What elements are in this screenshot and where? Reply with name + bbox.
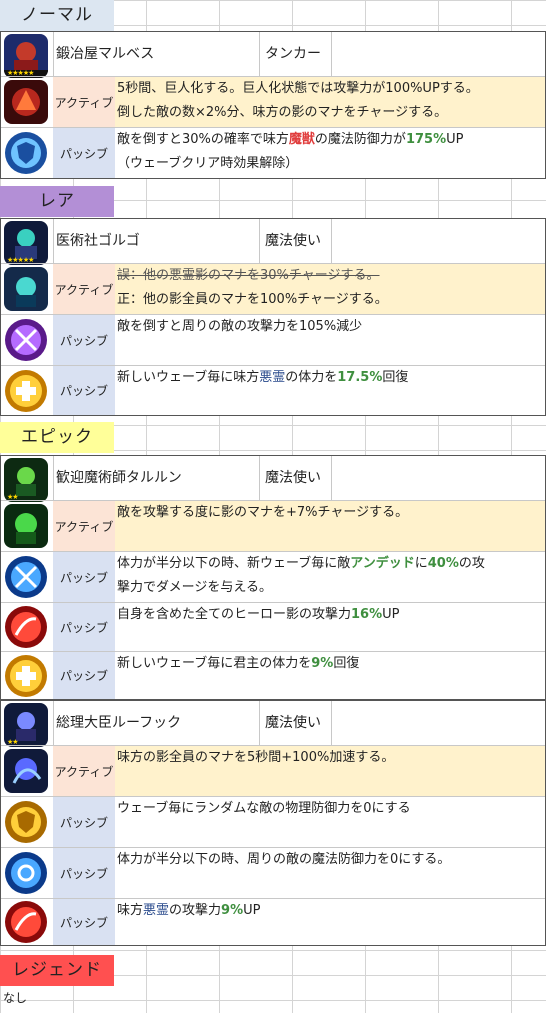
skill-type-passive: パッシブ	[53, 848, 115, 898]
skill-row-passive: パッシブ ウェーブ毎にランダムな敵の物理防御力を0にする	[1, 797, 545, 847]
hero-portrait-icon: ★★	[4, 458, 48, 502]
skill-row-active: アクティブ 誤：他の悪霊影のマナを30%チャージする。 正：他の影全員のマナを1…	[1, 264, 545, 314]
skill-type-passive: パッシブ	[53, 128, 115, 178]
skill-row-active: アクティブ 5秒間、巨人化する。巨人化状態では攻撃力が100%UPする。 倒した…	[1, 77, 545, 127]
section-header-legend: レジェンド	[0, 955, 114, 986]
skill-active-icon	[4, 80, 48, 124]
shield-icon	[4, 800, 48, 844]
hero-role: 魔法使い	[265, 470, 321, 486]
skill-desc-passive: 敵を倒すと周りの敵の攻撃力を105%減少	[117, 319, 363, 334]
magic-rune-icon	[4, 851, 48, 895]
hero-block-normal: ★★★★★ 鍛冶屋マルベス タンカー アクティブ 5秒間、巨人化する。巨人化状態…	[0, 31, 546, 179]
skill-type-passive: パッシブ	[53, 797, 115, 847]
skill-type-passive: パッシブ	[53, 552, 115, 602]
skill-type-passive: パッシブ	[53, 652, 115, 699]
hero-name: 総理大臣ルーフック	[56, 715, 182, 731]
crossed-swords-icon	[4, 555, 48, 599]
claw-slash-icon	[4, 605, 48, 649]
skill-row-passive: パッシブ 味方悪霊の攻撃力9%UP	[1, 899, 545, 945]
skill-row-passive: パッシブ 敵を倒すと30%の確率で味方魔獣の魔法防御力が175%UP （ウェーブ…	[1, 128, 545, 178]
hero-role: タンカー	[265, 46, 321, 62]
skill-row-passive: パッシブ 敵を倒すと周りの敵の攻撃力を105%減少	[1, 315, 545, 365]
hero-block-epic-1: ★★ 歓迎魔術師タルルン 魔法使い アクティブ 敵を攻撃する度に影のマナを+7%…	[0, 455, 546, 700]
claw-slash-icon	[4, 900, 48, 944]
hero-name-row: ★★★★★ 鍛冶屋マルベス タンカー	[1, 32, 545, 78]
skill-desc-passive: 体力が半分以下の時、新ウェーブ毎に敵アンデッドに40%の攻 撃力でダメージを与え…	[117, 556, 485, 595]
hero-role: 魔法使い	[265, 233, 321, 249]
section-header-rare: レア	[0, 186, 114, 217]
skill-type-active: アクティブ	[53, 264, 115, 314]
hero-name: 鍛冶屋マルベス	[56, 46, 155, 62]
hero-portrait-icon: ★★★★★	[4, 34, 48, 78]
skill-type-passive: パッシブ	[53, 899, 115, 945]
skill-type-passive: パッシブ	[53, 315, 115, 365]
heal-cross-icon	[4, 369, 48, 413]
hero-name-row: ★★★★★ 医術社ゴルゴ 魔法使い	[1, 219, 545, 265]
hero-portrait-icon: ★★★★★	[4, 221, 48, 265]
skill-desc-active: 5秒間、巨人化する。巨人化状態では攻撃力が100%UPする。 倒した敵の数×2%…	[115, 77, 545, 127]
skill-row-active: アクティブ 敵を攻撃する度に影のマナを+7%チャージする。	[1, 501, 545, 551]
skill-type-active: アクティブ	[53, 77, 115, 127]
shield-icon	[4, 131, 48, 175]
skill-active-icon	[4, 267, 48, 311]
skill-desc-active: 誤：他の悪霊影のマナを30%チャージする。 正：他の影全員のマナを100%チャー…	[115, 264, 545, 314]
skill-desc-passive: 敵を倒すと30%の確率で味方魔獣の魔法防御力が175%UP （ウェーブクリア時効…	[117, 132, 464, 171]
hero-role: 魔法使い	[265, 715, 321, 731]
skill-desc-passive: ウェーブ毎にランダムな敵の物理防御力を0にする	[117, 801, 411, 816]
hero-name: 歓迎魔術師タルルン	[56, 470, 182, 486]
skill-type-active: アクティブ	[53, 746, 115, 796]
skill-desc-active: 味方の影全員のマナを5秒間+100%加速する。	[115, 746, 545, 796]
skill-row-passive: パッシブ 自身を含めた全てのヒーロー影の攻撃力16%UP	[1, 603, 545, 651]
hero-name-row: ★★ 総理大臣ルーフック 魔法使い	[1, 701, 545, 747]
hero-name: 医術社ゴルゴ	[56, 233, 140, 249]
skill-active-icon	[4, 504, 48, 548]
hero-block-epic-2: ★★ 総理大臣ルーフック 魔法使い アクティブ 味方の影全員のマナを5秒間+10…	[0, 700, 546, 946]
skill-type-active: アクティブ	[53, 501, 115, 551]
skill-row-passive: パッシブ 新しいウェーブ毎に味方悪霊の体力を17.5%回復	[1, 366, 545, 415]
section-header-epic: エピック	[0, 422, 114, 453]
skill-active-icon	[4, 749, 48, 793]
hero-portrait-icon: ★★	[4, 703, 48, 747]
skill-desc-active: 敵を攻撃する度に影のマナを+7%チャージする。	[115, 501, 545, 551]
section-header-normal: ノーマル	[0, 0, 114, 31]
skill-type-passive: パッシブ	[53, 603, 115, 651]
skill-row-passive: パッシブ 新しいウェーブ毎に君主の体力を9%回復	[1, 652, 545, 699]
hero-block-rare: ★★★★★ 医術社ゴルゴ 魔法使い アクティブ 誤：他の悪霊影のマナを30%チャ…	[0, 218, 546, 416]
crossed-swords-icon	[4, 318, 48, 362]
skill-desc-passive: 自身を含めた全てのヒーロー影の攻撃力16%UP	[117, 607, 400, 622]
skill-desc-passive: 新しいウェーブ毎に味方悪霊の体力を17.5%回復	[117, 370, 409, 385]
heal-cross-icon	[4, 654, 48, 698]
legend-value: なし	[3, 991, 28, 1005]
skill-desc-passive: 味方悪霊の攻撃力9%UP	[117, 903, 261, 918]
skill-type-passive: パッシブ	[53, 366, 115, 415]
hero-name-row: ★★ 歓迎魔術師タルルン 魔法使い	[1, 456, 545, 502]
skill-desc-passive: 新しいウェーブ毎に君主の体力を9%回復	[117, 656, 360, 671]
skill-desc-passive: 体力が半分以下の時、周りの敵の魔法防御力を0にする。	[117, 852, 451, 867]
skill-row-passive: パッシブ 体力が半分以下の時、新ウェーブ毎に敵アンデッドに40%の攻 撃力でダメ…	[1, 552, 545, 602]
skill-row-active: アクティブ 味方の影全員のマナを5秒間+100%加速する。	[1, 746, 545, 796]
skill-row-passive: パッシブ 体力が半分以下の時、周りの敵の魔法防御力を0にする。	[1, 848, 545, 898]
